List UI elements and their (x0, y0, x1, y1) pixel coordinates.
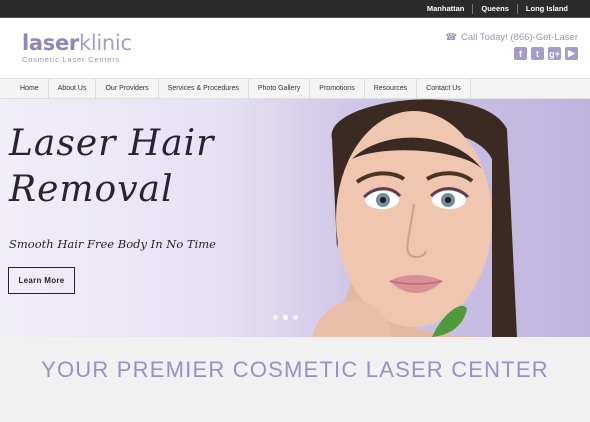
youtube-icon[interactable]: ▶ (565, 47, 578, 60)
nav-contact-us[interactable]: Contact Us (417, 78, 471, 99)
section-headline: YOUR PREMIER COSMETIC LASER CENTER (41, 357, 549, 382)
location-link-long-island[interactable]: Long Island (516, 4, 576, 14)
google-plus-icon[interactable]: g+ (548, 47, 561, 60)
call-label: Call Today! (866)-Get-Laser (460, 32, 578, 43)
location-link-manhattan[interactable]: Manhattan (419, 4, 473, 14)
nav-our-providers[interactable]: Our Providers (96, 78, 159, 99)
main-nav: Home About Us Our Providers Services & P… (0, 78, 590, 99)
nav-services-procedures[interactable]: Services & Procedures (159, 78, 249, 99)
hero-slider: Laser Hair Removal Smooth Hair Free Body… (0, 99, 590, 337)
hero-subtitle: Smooth Hair Free Body In No Time (9, 237, 216, 251)
nav-about-us[interactable]: About Us (49, 78, 97, 99)
nav-promotions[interactable]: Promotions (310, 78, 365, 99)
learn-more-button[interactable]: Learn More (8, 267, 75, 294)
logo[interactable]: laserklinic Cosmetic Laser Centers (22, 32, 132, 64)
hero-title-line-1: Laser Hair (9, 123, 215, 164)
nav-resources[interactable]: Resources (365, 78, 418, 99)
social-links: f t g+ ▶ (514, 47, 578, 60)
location-link-queens[interactable]: Queens (472, 4, 517, 14)
call-today[interactable]: ☎ Call Today! (866)-Get-Laser (445, 32, 578, 43)
logo-wordmark: laserklinic (22, 31, 132, 55)
twitter-icon[interactable]: t (531, 47, 544, 60)
site-header: laserklinic Cosmetic Laser Centers ☎ Cal… (0, 18, 590, 78)
phone-icon: ☎ (445, 32, 457, 43)
slider-dot-3[interactable] (293, 315, 298, 320)
facebook-icon[interactable]: f (514, 47, 527, 60)
nav-photo-gallery[interactable]: Photo Gallery (249, 78, 311, 99)
slider-dot-2[interactable] (283, 315, 288, 320)
slider-dot-1[interactable] (273, 315, 278, 320)
hero-title-line-2: Removal (9, 169, 174, 210)
hero-title: Laser Hair Removal (9, 121, 214, 213)
logo-tagline: Cosmetic Laser Centers (22, 55, 121, 64)
slider-dots (273, 315, 298, 320)
intro-section: YOUR PREMIER COSMETIC LASER CENTER (0, 337, 590, 422)
nav-home[interactable]: Home (11, 78, 49, 99)
hero-portrait-image (312, 99, 517, 337)
top-bar: Manhattan Queens Long Island (0, 0, 590, 18)
location-links: Manhattan Queens Long Island (419, 0, 576, 18)
